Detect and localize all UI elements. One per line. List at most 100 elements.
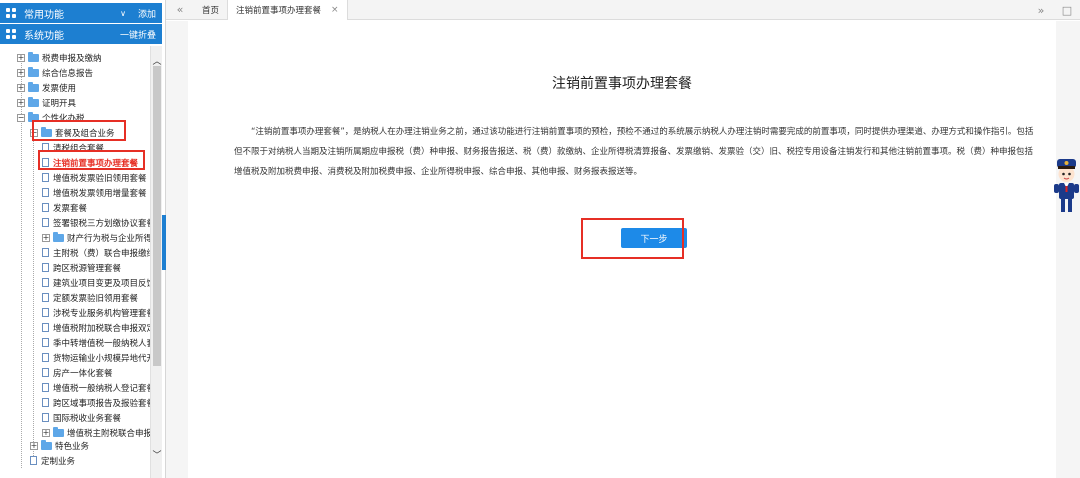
- tree-item-label: 跨区税源管理套餐: [53, 263, 122, 274]
- tree-item[interactable]: 增值税附加税联合申报双定: [42, 320, 150, 335]
- scroll-tabs-left-icon[interactable]: «: [166, 3, 194, 16]
- tab-bar-controls: » □: [1028, 0, 1080, 20]
- tree-item[interactable]: 国际税收业务套餐: [42, 410, 121, 425]
- tree-item-info-report[interactable]: + 综合信息报告: [17, 65, 93, 80]
- tree-item-label: 发票使用: [42, 83, 77, 94]
- tree-item-label: 货物运输业小规模异地代开: [53, 353, 150, 364]
- document-icon: [42, 263, 49, 272]
- system-functions-header[interactable]: 系统功能 一键折叠: [0, 24, 162, 44]
- tree-item-label: 定制业务: [41, 456, 76, 467]
- document-icon: [42, 278, 49, 287]
- tree-item-label: 定额发票验旧领用套餐: [53, 293, 139, 304]
- folder-icon: [41, 439, 52, 450]
- tree-item-label: 增值税附加税联合申报双定: [53, 323, 150, 334]
- tree-item-label: 签署银税三方划缴协议套餐: [53, 218, 150, 229]
- folder-icon: [28, 81, 39, 92]
- tree-item[interactable]: 增值税发票验旧领用套餐: [42, 170, 147, 185]
- folder-icon: [53, 231, 64, 242]
- expand-icon[interactable]: +: [30, 441, 38, 450]
- package-description: “注销前置事项办理套餐”，是纳税人在办理注销业务之前，通过该功能进行注销前置事项…: [234, 127, 1034, 177]
- scroll-down-icon[interactable]: ﹀: [151, 448, 163, 461]
- add-button[interactable]: 添加: [138, 7, 156, 20]
- expand-icon[interactable]: +: [17, 53, 25, 62]
- tree-item[interactable]: 签署银税三方划缴协议套餐: [42, 215, 150, 230]
- tree-item[interactable]: 发票套餐: [42, 200, 87, 215]
- tree-item-label: 增值税发票领用增量套餐: [53, 188, 147, 199]
- function-tree: + 税费申报及缴纳 + 综合信息报告 + 发票使用 + 证明开具 − 个性化办税 − 套餐及…: [0, 46, 150, 478]
- tree-item[interactable]: 房产一体化套餐: [42, 365, 113, 380]
- tab-deregistration[interactable]: 注销前置事项办理套餐 ×: [228, 0, 348, 20]
- tab-label: 首页: [202, 5, 220, 16]
- tree-item-label: 房产一体化套餐: [53, 368, 113, 379]
- tree-item-label: 增值税一般纳税人登记套餐: [53, 383, 150, 394]
- highlight-box-deregistration: [38, 150, 145, 170]
- tree-item[interactable]: 季中转增值税一般纳税人套: [42, 335, 150, 350]
- document-icon: [42, 413, 49, 422]
- sidebar: 常用功能 ∨ 添加 系统功能 一键折叠 + 税费申报及缴纳 + 综合信息报告 + 发票…: [0, 0, 166, 478]
- tree-item-label: 增值税发票验旧领用套餐: [53, 173, 147, 184]
- tree-item-label: 证明开具: [42, 98, 77, 109]
- common-functions-header[interactable]: 常用功能 ∨ 添加: [0, 3, 162, 23]
- document-icon: [42, 383, 49, 392]
- highlight-box-next: [581, 218, 684, 259]
- highlight-box-package: [32, 120, 126, 141]
- tree-item-label: 税费申报及缴纳: [42, 53, 102, 64]
- tree-item[interactable]: 跨区域事项报告及报验套餐: [42, 395, 150, 410]
- folder-icon: [28, 66, 39, 77]
- tree-item[interactable]: 增值税发票领用增量套餐: [42, 185, 147, 200]
- tree-item[interactable]: 建筑业项目变更及项目反馈: [42, 275, 150, 290]
- chevron-down-icon[interactable]: ∨: [120, 9, 126, 18]
- collapse-icon[interactable]: −: [17, 113, 25, 122]
- tree-item-certificate[interactable]: + 证明开具: [17, 95, 76, 110]
- assistant-mascot-icon[interactable]: [1053, 157, 1080, 215]
- expand-icon[interactable]: +: [17, 98, 25, 107]
- tab-home[interactable]: 首页: [194, 0, 229, 20]
- tree-item[interactable]: 增值税一般纳税人登记套餐: [42, 380, 150, 395]
- document-icon: [42, 293, 49, 302]
- scrollbar-thumb[interactable]: [153, 66, 161, 366]
- close-icon[interactable]: ×: [331, 5, 339, 15]
- document-icon: [42, 353, 49, 362]
- common-functions-title: 常用功能: [24, 9, 64, 21]
- expand-icon[interactable]: +: [42, 428, 50, 437]
- tree-item[interactable]: + 财产行为税与企业所得税: [42, 230, 150, 245]
- folder-icon: [28, 96, 39, 107]
- folder-icon: [53, 426, 64, 437]
- tree-item-tax-filing[interactable]: + 税费申报及缴纳: [17, 50, 102, 65]
- expand-icon[interactable]: +: [17, 68, 25, 77]
- tree-item-label: 综合信息报告: [42, 68, 94, 79]
- sidebar-scrollbar[interactable]: ︿ ﹀: [150, 46, 162, 478]
- tree-guide-line: [33, 124, 34, 464]
- tree-item[interactable]: 货物运输业小规模异地代开: [42, 350, 150, 365]
- document-icon: [30, 456, 37, 465]
- tree-item-custom[interactable]: 定制业务: [30, 453, 75, 468]
- grid-icon: [6, 29, 16, 39]
- document-icon: [42, 203, 49, 212]
- document-icon: [42, 188, 49, 197]
- collapse-all-button[interactable]: 一键折叠: [120, 28, 156, 41]
- tree-item[interactable]: 定额发票验旧领用套餐: [42, 290, 138, 305]
- tree-item-invoice-use[interactable]: + 发票使用: [17, 80, 76, 95]
- tree-item-label: 国际税收业务套餐: [53, 413, 122, 424]
- folder-icon: [28, 51, 39, 62]
- scroll-tabs-right-icon[interactable]: »: [1028, 4, 1054, 17]
- window-icon[interactable]: □: [1054, 4, 1080, 17]
- tree-item-label: 季中转增值税一般纳税人套: [53, 338, 150, 349]
- document-icon: [42, 368, 49, 377]
- expand-icon[interactable]: +: [42, 233, 50, 242]
- tree-item-label: 财产行为税与企业所得税: [67, 233, 150, 244]
- document-icon: [42, 338, 49, 347]
- grid-icon: [6, 8, 16, 18]
- system-functions-title: 系统功能: [24, 30, 64, 42]
- document-icon: [42, 323, 49, 332]
- tree-item-featured[interactable]: + 特色业务: [30, 438, 89, 453]
- document-icon: [42, 173, 49, 182]
- document-icon: [42, 308, 49, 317]
- tree-item-label: 发票套餐: [53, 203, 88, 214]
- tree-item[interactable]: 跨区税源管理套餐: [42, 260, 121, 275]
- tree-item[interactable]: 主附税（费）联合申报缴纳: [42, 245, 150, 260]
- tab-bar: « 首页 注销前置事项办理套餐 × » □: [166, 0, 1080, 20]
- expand-icon[interactable]: +: [17, 83, 25, 92]
- tree-item[interactable]: 涉税专业服务机构管理套餐: [42, 305, 150, 320]
- document-icon: [42, 398, 49, 407]
